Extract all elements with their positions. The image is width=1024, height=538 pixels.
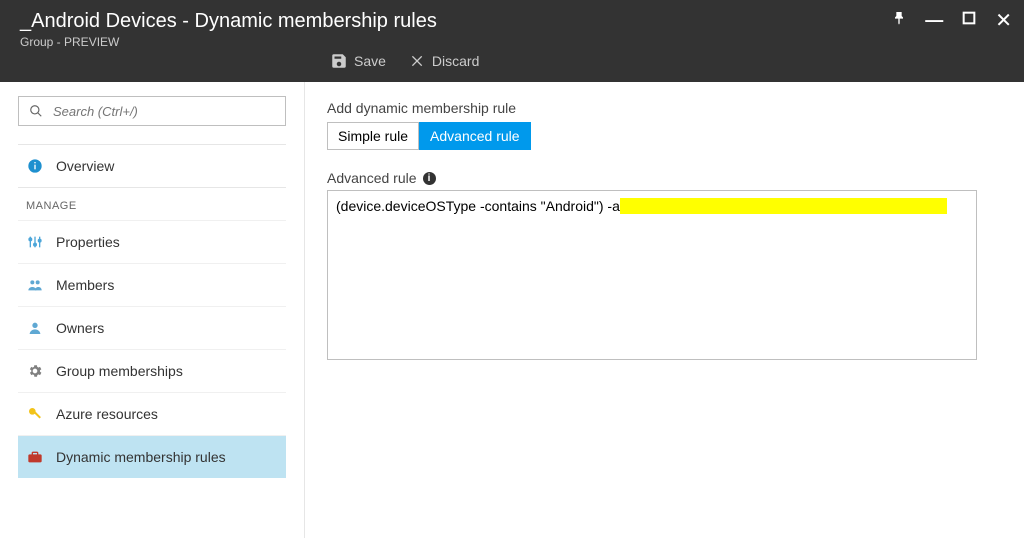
section-label: Add dynamic membership rule — [327, 100, 1002, 116]
nav-overview-label: Overview — [56, 158, 114, 174]
nav-dynamic-rules[interactable]: Dynamic membership rules — [18, 435, 286, 478]
toolbox-icon — [26, 448, 44, 466]
nav-overview[interactable]: Overview — [18, 144, 286, 187]
nav-properties[interactable]: Properties — [18, 220, 286, 263]
discard-button[interactable]: Discard — [410, 53, 479, 69]
maximize-icon[interactable] — [961, 10, 977, 31]
blade-header: _Android Devices - Dynamic membership ru… — [0, 0, 1024, 82]
nav-members-label: Members — [56, 277, 114, 293]
nav-azure-resources[interactable]: Azure resources — [18, 392, 286, 435]
main-panel: Add dynamic membership rule Simple rule … — [305, 82, 1024, 538]
blade-title: _Android Devices - Dynamic membership ru… — [20, 10, 1004, 33]
blade-subtitle: Group - PREVIEW — [20, 35, 1004, 49]
pin-icon[interactable] — [891, 10, 907, 31]
tab-simple-rule[interactable]: Simple rule — [327, 122, 419, 150]
save-button[interactable]: Save — [330, 52, 386, 70]
advanced-rule-label: Advanced rule i — [327, 170, 1002, 186]
key-icon — [26, 405, 44, 423]
nav-owners[interactable]: Owners — [18, 306, 286, 349]
nav-members[interactable]: Members — [18, 263, 286, 306]
tab-advanced-rule[interactable]: Advanced rule — [419, 122, 531, 150]
minimize-icon[interactable]: — — [925, 10, 943, 31]
info-icon — [26, 157, 44, 175]
close-icon[interactable]: ✕ — [995, 8, 1012, 33]
sidebar: Overview MANAGE Properties Members Owner… — [0, 82, 305, 538]
advanced-rule-textarea[interactable] — [327, 190, 977, 360]
search-input[interactable] — [53, 104, 277, 119]
discard-label: Discard — [432, 53, 479, 69]
nav-azure-resources-label: Azure resources — [56, 406, 158, 422]
owners-icon — [26, 319, 44, 337]
search-icon — [27, 102, 45, 120]
members-icon — [26, 276, 44, 294]
search-box[interactable] — [18, 96, 286, 126]
manage-section-header: MANAGE — [18, 187, 286, 220]
nav-group-memberships-label: Group memberships — [56, 363, 183, 379]
nav-group-memberships[interactable]: Group memberships — [18, 349, 286, 392]
save-label: Save — [354, 53, 386, 69]
command-bar: Save Discard — [330, 52, 479, 70]
nav-dynamic-rules-label: Dynamic membership rules — [56, 449, 226, 465]
gear-icon — [26, 362, 44, 380]
info-icon[interactable]: i — [423, 172, 436, 185]
nav-owners-label: Owners — [56, 320, 104, 336]
rule-type-tabs: Simple rule Advanced rule — [327, 122, 1002, 150]
window-controls: — ✕ — [891, 8, 1012, 33]
sliders-icon — [26, 233, 44, 251]
nav-properties-label: Properties — [56, 234, 120, 250]
